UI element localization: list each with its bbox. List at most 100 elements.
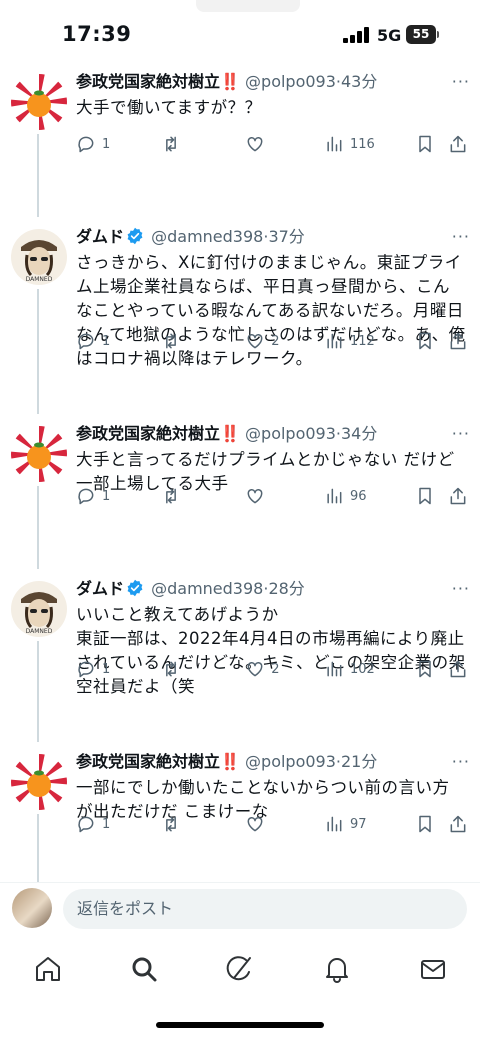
like-button[interactable]: 2 <box>245 659 324 679</box>
retweet-button[interactable] <box>161 486 246 506</box>
nav-notifications[interactable] <box>322 954 352 984</box>
retweet-icon <box>165 488 176 504</box>
reply-icon <box>78 816 94 833</box>
status-bar: 17:39 5G 55 <box>0 0 480 66</box>
more-options-icon[interactable]: ··· <box>452 424 470 443</box>
views-icon <box>327 333 342 349</box>
heart-icon <box>247 816 263 832</box>
display-name[interactable]: ダムド <box>76 579 124 598</box>
user-handle[interactable]: @polpo093 <box>245 72 336 91</box>
share-icon <box>450 135 466 153</box>
post-text: 大手で働いてますが？？ <box>76 98 262 117</box>
reply-count: 1 <box>102 136 111 152</box>
bookmark-button[interactable] <box>415 134 448 154</box>
battery-icon: 55 <box>406 25 439 44</box>
reply-count: 1 <box>102 333 111 349</box>
views-button[interactable]: 116 <box>324 134 415 154</box>
bookmark-button[interactable] <box>415 486 448 506</box>
like-count: 2 <box>271 661 280 677</box>
avatar-damned[interactable]: DAMNED <box>11 581 67 637</box>
double-exclamation-emoji: ‼️ <box>220 72 240 91</box>
reply-icon <box>78 333 94 350</box>
nav-home[interactable] <box>33 954 63 984</box>
bookmark-button[interactable] <box>415 659 448 679</box>
share-icon <box>450 332 466 350</box>
display-name[interactable]: 参政党国家絶対樹立 <box>76 72 220 91</box>
post[interactable]: 参政党国家絶対樹立‼️ @polpo093·21分 ··· 一部にでしか働いたこ… <box>0 742 480 882</box>
post-text: いいこと教えてあげようか 東証一部は、2022年4月4日の市場再編により廃止され… <box>76 605 466 696</box>
post-header: ダムド @damned398·37分 <box>76 227 305 246</box>
share-button[interactable] <box>448 486 468 506</box>
post[interactable]: 参政党国家絶対樹立‼️ @polpo093·43分 ··· 大手で働いてますが？… <box>0 62 480 217</box>
share-button[interactable] <box>448 331 468 351</box>
svg-text:DAMNED: DAMNED <box>26 276 53 283</box>
user-handle[interactable]: @damned398 <box>151 227 263 246</box>
my-avatar[interactable] <box>12 888 52 928</box>
display-name[interactable]: 参政党国家絶対樹立 <box>76 424 220 443</box>
dynamic-island-hint <box>196 0 300 12</box>
user-handle[interactable]: @polpo093 <box>245 752 336 771</box>
reply-button[interactable]: 1 <box>76 331 161 351</box>
share-button[interactable] <box>448 814 468 834</box>
user-handle[interactable]: @damned398 <box>151 579 263 598</box>
double-exclamation-emoji: ‼️ <box>220 752 240 771</box>
retweet-button[interactable] <box>161 331 246 351</box>
svg-text:DAMNED: DAMNED <box>26 628 53 635</box>
view-count: 112 <box>350 333 375 349</box>
reply-button[interactable]: 1 <box>76 486 161 506</box>
action-bar: 1 2 112 <box>76 329 468 353</box>
action-bar: 1 116 <box>76 132 468 156</box>
display-name[interactable]: 参政党国家絶対樹立 <box>76 752 220 771</box>
like-button[interactable] <box>245 134 324 154</box>
share-button[interactable] <box>448 659 468 679</box>
reply-button[interactable]: 1 <box>76 134 161 154</box>
reply-count: 1 <box>102 661 111 677</box>
nav-grok[interactable] <box>225 954 255 984</box>
like-button[interactable] <box>245 486 324 506</box>
views-icon <box>327 136 342 152</box>
more-options-icon[interactable]: ··· <box>452 752 470 771</box>
more-options-icon[interactable]: ··· <box>452 72 470 91</box>
bookmark-icon <box>418 815 431 833</box>
post[interactable]: DAMNED ダムド @damned398·28分 ··· いいこと教えてあげよ… <box>0 569 480 742</box>
reply-button[interactable]: 1 <box>76 814 161 834</box>
post[interactable]: 参政党国家絶対樹立‼️ @polpo093·34分 ··· 大手と言ってるだけプ… <box>0 414 480 569</box>
views-icon <box>327 661 342 677</box>
avatar-rising-sun-orange[interactable] <box>11 74 67 130</box>
post[interactable]: DAMNED ダムド @damned398·37分 ··· さっきから、Xに釘付… <box>0 217 480 414</box>
user-handle[interactable]: @polpo093 <box>245 424 336 443</box>
post-time: 37分 <box>268 227 305 246</box>
like-button[interactable] <box>245 814 324 834</box>
view-count: 97 <box>350 816 367 832</box>
views-button[interactable]: 96 <box>324 486 415 506</box>
bookmark-button[interactable] <box>415 331 448 351</box>
views-button[interactable]: 102 <box>324 659 415 679</box>
bookmark-icon <box>418 332 431 350</box>
retweet-icon <box>165 136 176 152</box>
avatar-damned[interactable]: DAMNED <box>11 229 67 285</box>
heart-icon <box>247 661 263 677</box>
bookmark-button[interactable] <box>415 814 448 834</box>
nav-search[interactable] <box>129 954 159 984</box>
reply-button[interactable]: 1 <box>76 659 161 679</box>
views-button[interactable]: 112 <box>324 331 415 351</box>
retweet-button[interactable] <box>161 659 246 679</box>
retweet-button[interactable] <box>161 814 246 834</box>
avatar-rising-sun-orange[interactable] <box>11 426 67 482</box>
more-options-icon[interactable]: ··· <box>452 227 470 246</box>
retweet-button[interactable] <box>161 134 246 154</box>
display-name[interactable]: ダムド <box>76 227 124 246</box>
bookmark-icon <box>418 487 431 505</box>
share-button[interactable] <box>448 134 468 154</box>
avatar-rising-sun-orange[interactable] <box>11 754 67 810</box>
like-button[interactable]: 2 <box>245 331 324 351</box>
more-options-icon[interactable]: ··· <box>452 579 470 598</box>
nav-messages[interactable] <box>418 954 448 984</box>
reply-count: 1 <box>102 816 111 832</box>
post-header: ダムド @damned398·28分 <box>76 579 305 598</box>
reply-thread[interactable]: 参政党国家絶対樹立‼️ @polpo093·43分 ··· 大手で働いてますが？… <box>0 62 480 882</box>
share-icon <box>450 487 466 505</box>
reply-input[interactable]: 返信をポスト <box>63 889 467 929</box>
post-time: 34分 <box>341 424 378 443</box>
views-button[interactable]: 97 <box>324 814 415 834</box>
